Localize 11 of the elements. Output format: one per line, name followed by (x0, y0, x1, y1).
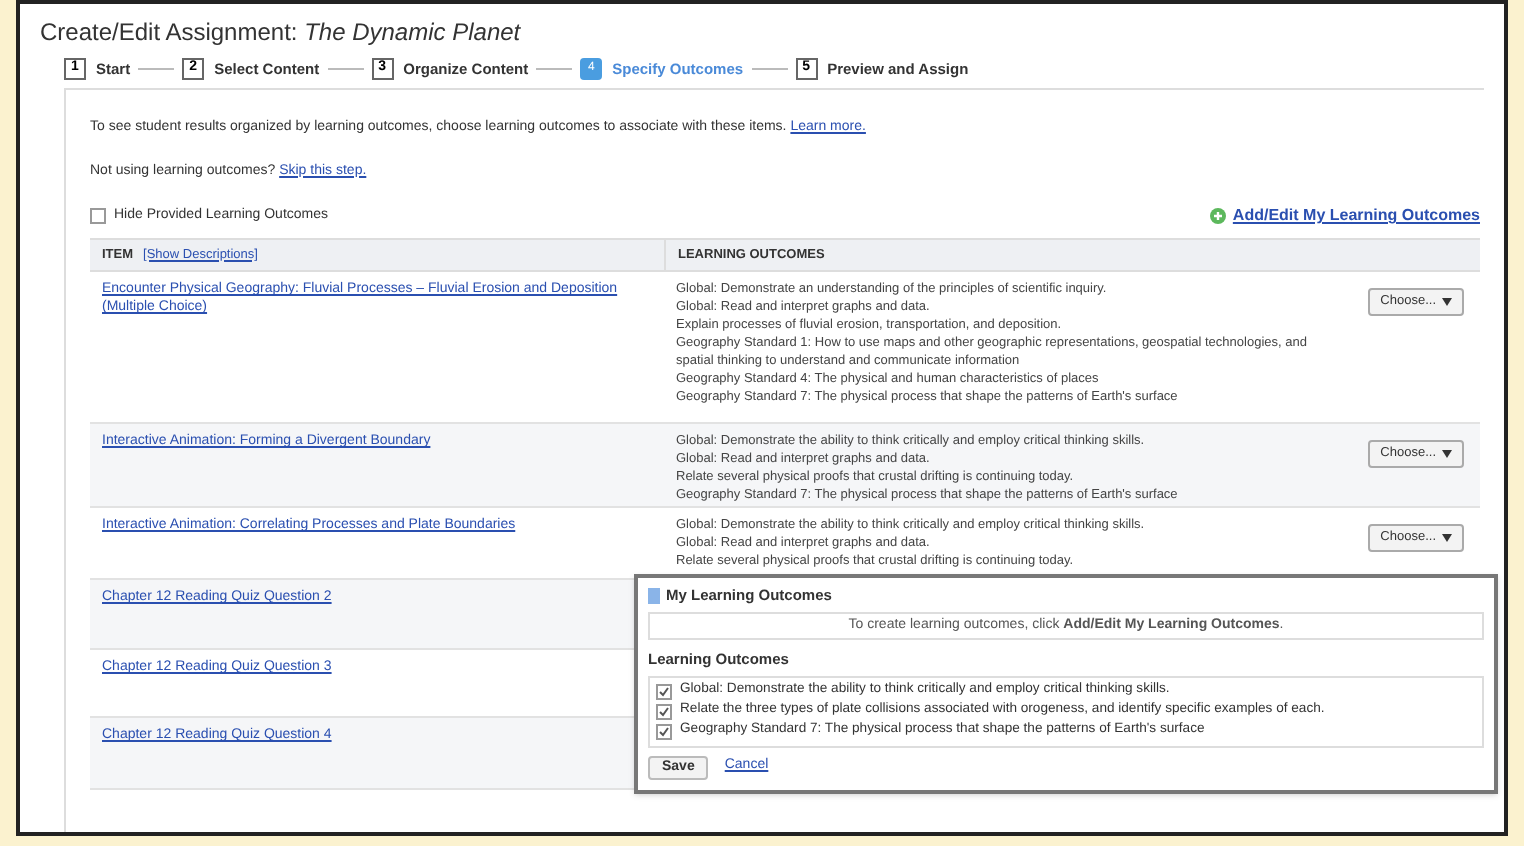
checkbox[interactable] (656, 723, 672, 739)
page-title: Create/Edit Assignment: The Dynamic Planet (40, 16, 523, 50)
checkbox[interactable] (90, 208, 106, 224)
caret-icon (1442, 534, 1452, 542)
caret-icon (1442, 450, 1452, 458)
document-icon (648, 587, 660, 604)
caret-icon (1442, 298, 1452, 306)
add-edit-outcomes-link[interactable]: Add/Edit My Learning Outcomes (1210, 204, 1480, 228)
checkbox[interactable] (656, 683, 672, 699)
plus-circle-icon (1210, 208, 1227, 224)
checkbox[interactable] (656, 703, 672, 719)
